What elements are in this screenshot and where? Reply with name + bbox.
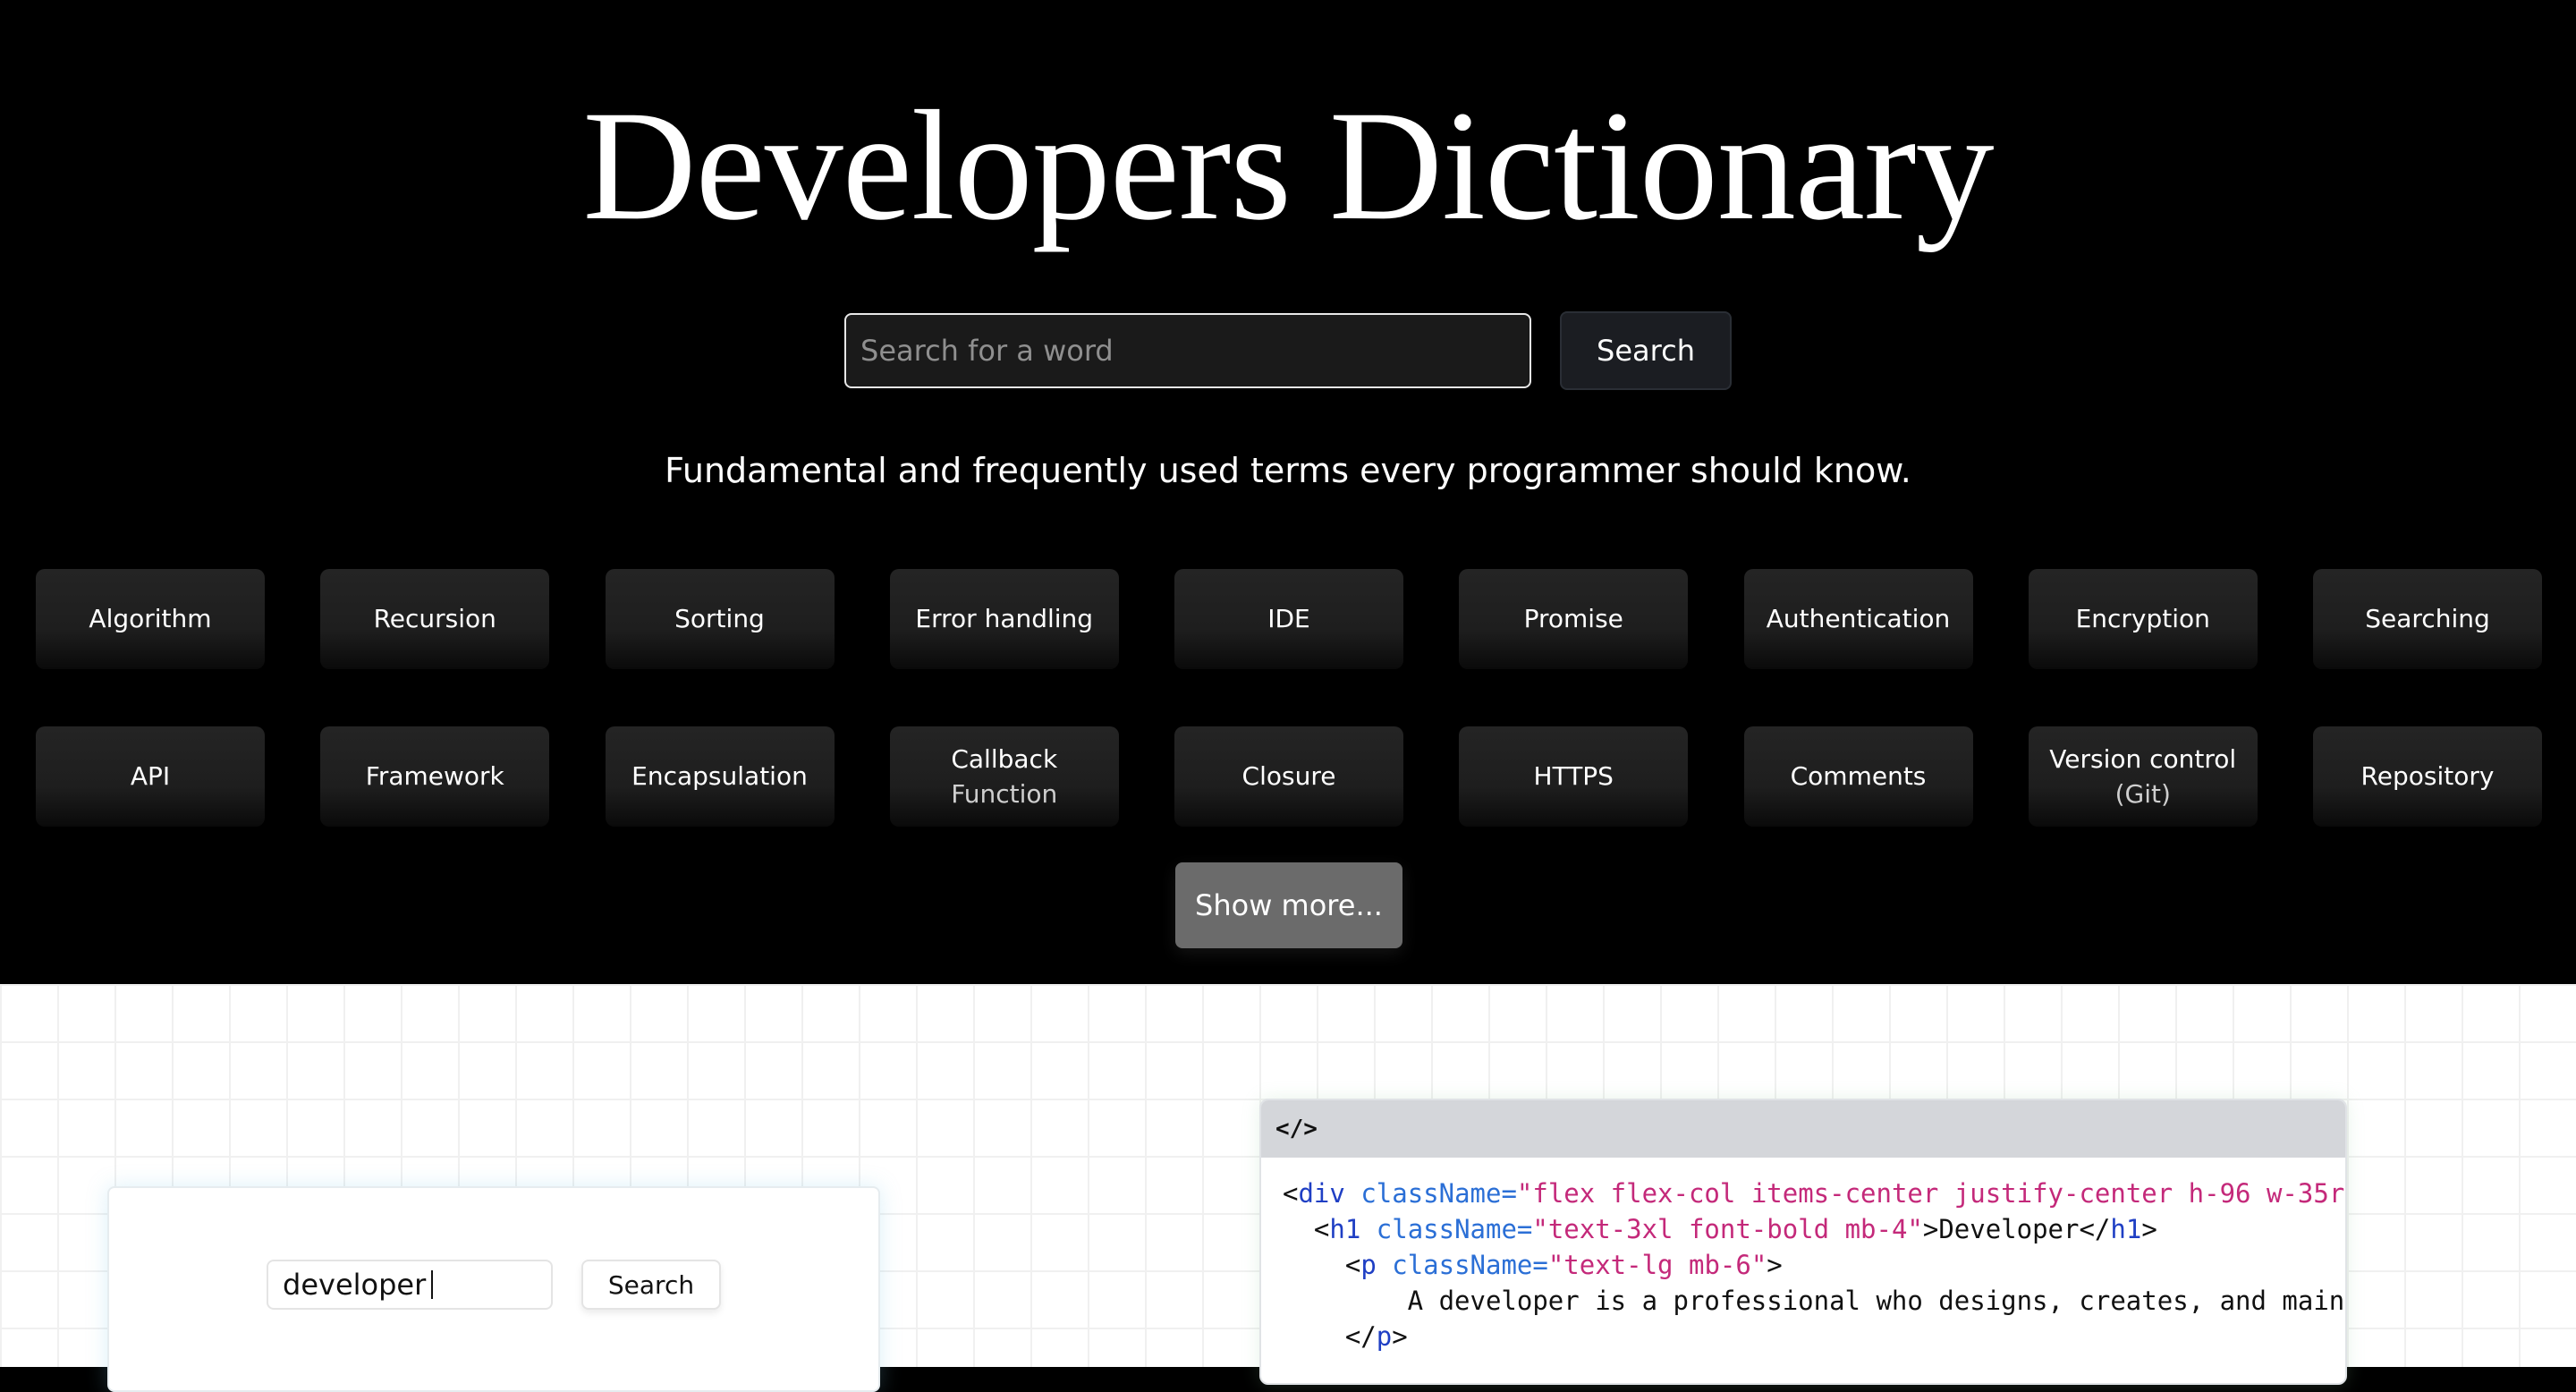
code-line: </p> [1283, 1319, 2345, 1354]
code-token: h1 [1329, 1214, 1361, 1244]
preview-section: developer Search </> <div className="fle… [0, 984, 2576, 1392]
term-label: Authentication [1766, 604, 1951, 634]
term-button[interactable]: Encryption [2028, 569, 2258, 669]
code-block: <div className="flex flex-col items-cent… [1261, 1158, 2345, 1354]
term-button[interactable]: Callback Function [889, 726, 1119, 827]
term-button[interactable]: Error handling [889, 569, 1119, 669]
term-label: Error handling [915, 604, 1094, 634]
term-label: Algorithm [89, 604, 212, 634]
code-token: h1 [2110, 1214, 2142, 1244]
code-token: p [1376, 1321, 1393, 1352]
code-token: className= [1344, 1178, 1517, 1209]
term-label: Encryption [2075, 604, 2210, 634]
code-token: className= [1376, 1250, 1548, 1280]
term-button[interactable]: Repository [2313, 726, 2542, 827]
term-button[interactable]: Framework [320, 726, 550, 827]
code-token: p [1360, 1250, 1377, 1280]
code-line: <h1 className="text-3xl font-bold mb-4">… [1283, 1211, 2345, 1247]
hero-section: Developers Dictionary Search Fundamental… [0, 0, 2576, 984]
term-button[interactable]: HTTPS [1459, 726, 1689, 827]
demo-search-input[interactable]: developer [267, 1260, 553, 1310]
code-token: A developer is a professional who design… [1283, 1286, 2345, 1316]
term-button[interactable]: Authentication [1743, 569, 1973, 669]
term-row: API Framework Encapsulation Callback Functio… [36, 726, 2542, 827]
text-caret [431, 1270, 434, 1299]
tagline: Fundamental and frequently used terms ev… [665, 451, 1911, 490]
term-sublabel: Function [951, 779, 1058, 809]
code-panel-header: </> [1261, 1100, 2345, 1158]
code-icon: </> [1275, 1116, 1318, 1142]
term-button[interactable]: Searching [2313, 569, 2542, 669]
term-button[interactable]: IDE [1174, 569, 1403, 669]
term-label: Encapsulation [631, 761, 808, 792]
code-token: "text-lg mb-6" [1547, 1250, 1767, 1280]
code-panel: </> <div className="flex flex-col items-… [1259, 1099, 2347, 1385]
term-button[interactable]: Closure [1174, 726, 1403, 827]
term-button[interactable]: Encapsulation [605, 726, 835, 827]
term-button[interactable]: Sorting [605, 569, 835, 669]
term-label: Callback [951, 743, 1058, 774]
show-more-button[interactable]: Show more... [1175, 862, 1402, 948]
term-label: Repository [2360, 761, 2495, 792]
term-label: Version control [2049, 743, 2237, 774]
term-label: Promise [1523, 604, 1623, 634]
code-token: </ [1283, 1321, 1377, 1352]
term-button[interactable]: Version control (Git) [2028, 726, 2258, 827]
code-token: < [1283, 1214, 1330, 1244]
term-button[interactable]: Promise [1459, 569, 1689, 669]
demo-search-button[interactable]: Search [581, 1260, 721, 1310]
code-token: > [1767, 1250, 1783, 1280]
demo-card: developer Search [107, 1186, 880, 1392]
term-label: Framework [365, 761, 504, 792]
term-button[interactable]: Comments [1743, 726, 1973, 827]
code-line: A developer is a professional who design… [1283, 1283, 2345, 1319]
code-token: "text-3xl font-bold mb-4" [1532, 1214, 1923, 1244]
code-token: className= [1360, 1214, 1533, 1244]
demo-input-value: developer [283, 1268, 427, 1302]
code-token: > [1392, 1321, 1408, 1352]
code-token: div [1298, 1178, 1345, 1209]
term-label: Recursion [373, 604, 496, 634]
code-token: > [2141, 1214, 2157, 1244]
term-button[interactable]: Recursion [320, 569, 550, 669]
term-label: Closure [1241, 761, 1336, 792]
code-line: <div className="flex flex-col items-cent… [1283, 1176, 2345, 1211]
search-button[interactable]: Search [1560, 311, 1732, 390]
term-label: API [130, 761, 171, 792]
term-row: Algorithm Recursion Sorting Error handling I… [36, 569, 2542, 669]
code-token: "flex flex-col items-center justify-cent… [1516, 1178, 2345, 1209]
code-token: >Developer</ [1922, 1214, 2111, 1244]
code-line: <p className="text-lg mb-6"> [1283, 1247, 2345, 1283]
term-button[interactable]: Algorithm [36, 569, 265, 669]
term-label: HTTPS [1533, 761, 1614, 792]
search-input[interactable] [844, 313, 1531, 388]
term-label: Sorting [674, 604, 765, 634]
term-label: IDE [1267, 604, 1310, 634]
page-title: Developers Dictionary [582, 79, 1994, 253]
code-token: < [1283, 1178, 1299, 1209]
term-sublabel: (Git) [2114, 779, 2171, 809]
code-token: < [1283, 1250, 1361, 1280]
term-button[interactable]: API [36, 726, 265, 827]
term-label: Comments [1790, 761, 1927, 792]
term-label: Searching [2365, 604, 2490, 634]
